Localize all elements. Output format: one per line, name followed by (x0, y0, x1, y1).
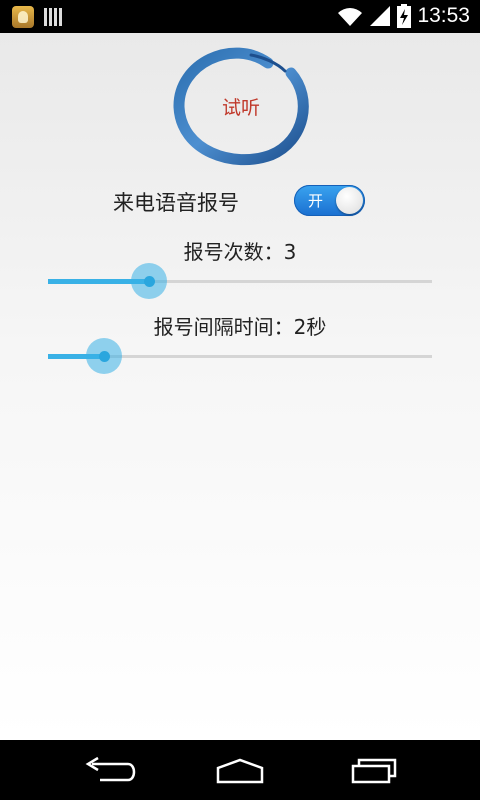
app-notification-icon (12, 6, 34, 28)
signal-icon (370, 6, 391, 26)
status-bar: 13:53 (0, 0, 480, 33)
repeat-count-slider[interactable] (48, 261, 432, 301)
back-icon[interactable] (78, 754, 138, 786)
voice-announce-label: 来电语音报号 (113, 191, 239, 215)
interval-slider[interactable] (48, 336, 432, 376)
voice-announce-toggle[interactable]: 开 (294, 185, 365, 216)
listen-button-label: 试听 (221, 97, 260, 119)
status-right: 13:53 (337, 4, 470, 28)
toggle-knob (336, 187, 363, 214)
status-time: 13:53 (417, 4, 470, 27)
recent-apps-icon[interactable] (345, 754, 405, 786)
slider-thumb-center (98, 351, 110, 362)
home-icon[interactable] (210, 754, 270, 786)
battery-charging-icon (397, 4, 412, 28)
slider-thumb-center (143, 276, 155, 287)
navigation-bar (0, 740, 480, 800)
barcode-icon (44, 8, 62, 26)
settings-panel: 试听 来电语音报号 开 报号次数：3 报号间隔时间：2秒 (0, 33, 480, 740)
wifi-icon (338, 8, 363, 26)
status-left (12, 6, 62, 28)
toggle-state-text: 开 (308, 192, 324, 210)
